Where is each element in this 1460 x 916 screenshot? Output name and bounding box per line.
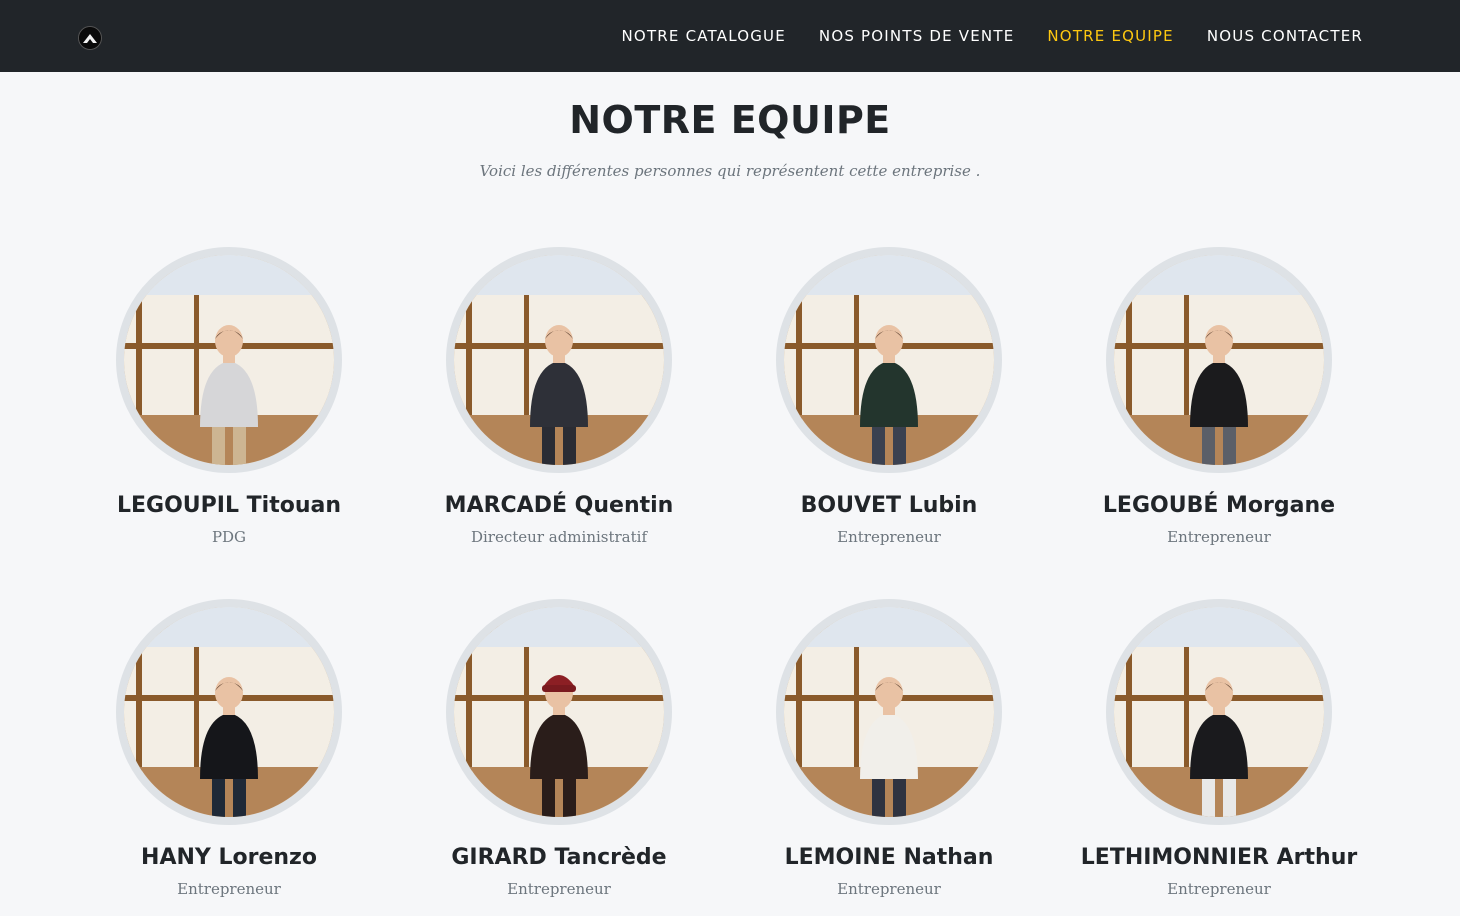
team-member-role: Entrepreneur	[837, 880, 941, 898]
team-member-card: MARCADÉ Quentin Directeur administratif	[394, 247, 724, 599]
team-member-photo	[116, 247, 342, 473]
team-member-photo	[1106, 247, 1332, 473]
team-member-name: GIRARD Tancrède	[451, 845, 667, 870]
portrait-illustration	[1114, 607, 1324, 817]
portrait-illustration	[784, 607, 994, 817]
team-member-name: LEGOUPIL Titouan	[116, 493, 341, 518]
team-member-role: Directeur administratif	[470, 528, 647, 546]
team-member-card: LEGOUBÉ Morgane Entrepreneur	[1054, 247, 1384, 599]
team-member-card: GIRARD Tancrède Entrepreneur	[394, 599, 724, 916]
team-member-photo	[446, 247, 672, 473]
team-member-photo	[776, 247, 1002, 473]
mountain-logo-icon[interactable]	[78, 26, 102, 50]
team-member-card: LEMOINE Nathan Entrepreneur	[724, 599, 1054, 916]
navbar: NOTRE CATALOGUE NOS POINTS DE VENTE NOTR…	[0, 0, 1460, 72]
team-member-role: PDG	[211, 528, 247, 546]
team-member-name: BOUVET Lubin	[800, 493, 978, 518]
team-member-name: MARCADÉ Quentin	[444, 493, 674, 518]
page-subtitle: Voici les différentes personnes qui repr…	[479, 162, 981, 180]
team-member-photo	[446, 599, 672, 825]
team-member-role: Entrepreneur	[1167, 528, 1271, 546]
portrait-illustration	[124, 255, 334, 465]
nav-link-catalogue[interactable]: NOTRE CATALOGUE	[622, 27, 786, 45]
team-member-photo	[1106, 599, 1332, 825]
nav-link-points-de-vente[interactable]: NOS POINTS DE VENTE	[819, 27, 1014, 45]
portrait-illustration	[124, 607, 334, 817]
team-member-name: HANY Lorenzo	[141, 845, 317, 870]
team-member-photo	[776, 599, 1002, 825]
team-member-role: Entrepreneur	[837, 528, 941, 546]
team-grid: LEGOUPIL Titouan PDG MARCADÉ Quentin Dir…	[64, 247, 1384, 916]
nav-links: NOTRE CATALOGUE NOS POINTS DE VENTE NOTR…	[622, 0, 1363, 72]
team-member-card: BOUVET Lubin Entrepreneur	[724, 247, 1054, 599]
team-member-card: LETHIMONNIER Arthur Entrepreneur	[1054, 599, 1384, 916]
team-member-photo	[116, 599, 342, 825]
team-member-name: LEGOUBÉ Morgane	[1102, 493, 1336, 518]
portrait-illustration	[454, 607, 664, 817]
team-member-card: LEGOUPIL Titouan PDG	[64, 247, 394, 599]
team-member-role: Entrepreneur	[1167, 880, 1271, 898]
nav-link-contact[interactable]: NOUS CONTACTER	[1207, 27, 1363, 45]
portrait-illustration	[454, 255, 664, 465]
team-member-name: LEMOINE Nathan	[784, 845, 994, 870]
team-member-role: Entrepreneur	[177, 880, 281, 898]
portrait-illustration	[784, 255, 994, 465]
portrait-illustration	[1114, 255, 1324, 465]
page-title: NOTRE EQUIPE	[569, 98, 891, 142]
team-member-name: LETHIMONNIER Arthur	[1080, 845, 1358, 870]
nav-link-equipe[interactable]: NOTRE EQUIPE	[1047, 27, 1173, 45]
team-member-card: HANY Lorenzo Entrepreneur	[64, 599, 394, 916]
team-member-role: Entrepreneur	[507, 880, 611, 898]
